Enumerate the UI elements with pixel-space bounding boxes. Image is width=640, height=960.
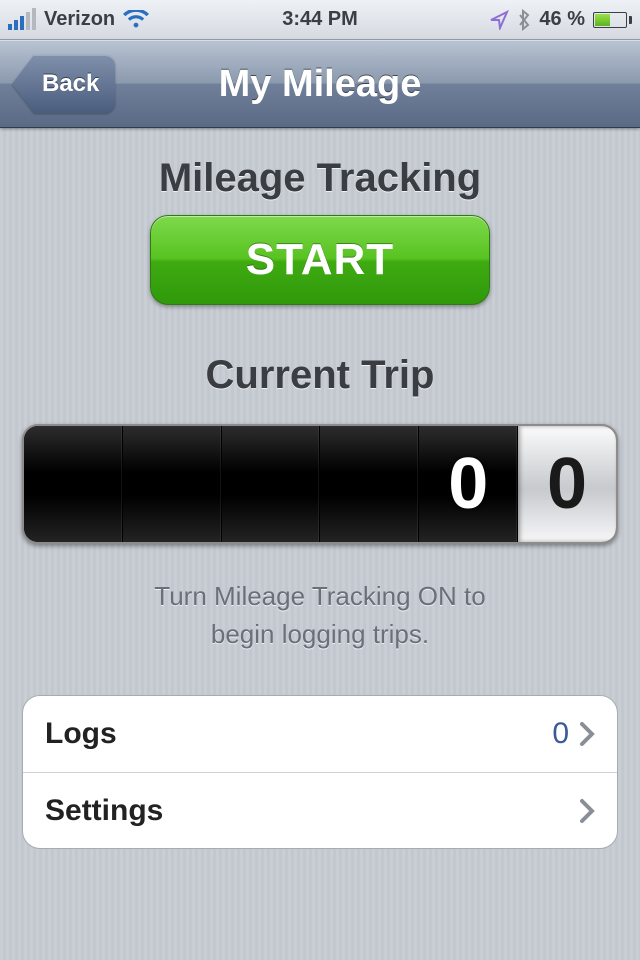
- status-left: Verizon: [8, 8, 149, 31]
- odometer-digit: [123, 426, 222, 542]
- battery-pct: 46 %: [539, 8, 585, 31]
- chevron-right-icon: [579, 721, 595, 747]
- current-trip-heading: Current Trip: [22, 353, 618, 398]
- menu-item-settings[interactable]: Settings: [23, 772, 617, 848]
- status-bar: Verizon 3:44 PM 46 %: [0, 0, 640, 40]
- status-right: 46 %: [489, 8, 632, 31]
- bluetooth-icon: [517, 9, 531, 31]
- menu-list: Logs 0 Settings: [22, 695, 618, 849]
- menu-item-logs[interactable]: Logs 0: [23, 696, 617, 772]
- start-button[interactable]: START: [150, 215, 490, 305]
- hint-line: begin logging trips.: [211, 619, 429, 649]
- back-button[interactable]: Back: [12, 55, 115, 113]
- odometer: 0 0: [22, 424, 618, 544]
- page-title: My Mileage: [219, 63, 422, 106]
- back-arrow-icon: [12, 55, 34, 113]
- back-label: Back: [42, 70, 99, 98]
- signal-icon: [8, 10, 36, 30]
- menu-label: Settings: [45, 794, 579, 828]
- hint-line: Turn Mileage Tracking ON to: [154, 581, 485, 611]
- carrier-label: Verizon: [44, 8, 115, 31]
- tracking-hint: Turn Mileage Tracking ON to begin loggin…: [22, 578, 618, 653]
- location-icon: [489, 10, 509, 30]
- odometer-digit: [222, 426, 321, 542]
- odometer-digit: [24, 426, 123, 542]
- battery-icon: [593, 12, 632, 28]
- chevron-right-icon: [579, 798, 595, 824]
- nav-bar: Back My Mileage: [0, 40, 640, 128]
- odometer-tenths: 0: [518, 426, 616, 542]
- odometer-digit: [320, 426, 419, 542]
- logs-count: 0: [552, 717, 569, 751]
- menu-label: Logs: [45, 717, 552, 751]
- odometer-digit: 0: [419, 426, 518, 542]
- main: Mileage Tracking START Current Trip 0 0 …: [0, 128, 640, 960]
- wifi-icon: [123, 10, 149, 30]
- tracking-heading: Mileage Tracking: [22, 156, 618, 201]
